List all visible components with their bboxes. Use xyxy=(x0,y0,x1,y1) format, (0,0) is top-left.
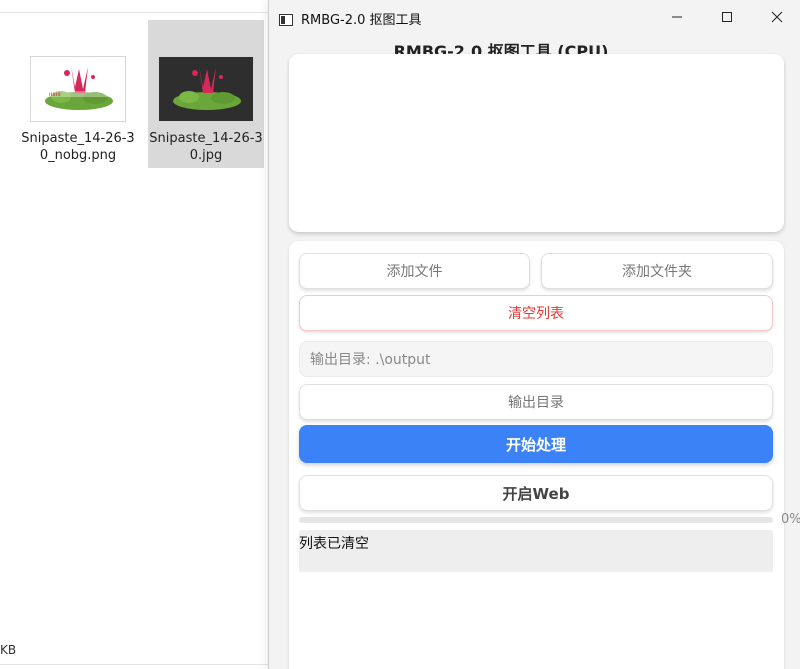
close-button[interactable] xyxy=(752,0,800,34)
file-name: Snipaste_14-26-30.jpg xyxy=(149,131,263,163)
maximize-button[interactable] xyxy=(702,0,752,34)
start-web-button[interactable]: 开启Web xyxy=(299,475,773,511)
clear-list-button[interactable]: 清空列表 xyxy=(299,295,773,331)
image-thumbnail xyxy=(158,56,254,122)
file-name: Snipaste_14-26-30_nobg.png xyxy=(21,131,135,163)
output-dir-field[interactable] xyxy=(299,341,773,377)
explorer-status-text: KB xyxy=(0,643,17,657)
start-processing-button[interactable]: 开始处理 xyxy=(299,425,773,463)
divider xyxy=(0,12,270,13)
progress-bar xyxy=(299,517,773,523)
minimize-icon xyxy=(671,8,683,27)
log-output: 列表已清空 xyxy=(299,530,773,572)
output-dir-button[interactable]: 输出目录 xyxy=(299,384,773,420)
add-folder-button[interactable]: 添加文件夹 xyxy=(541,253,773,289)
maximize-icon xyxy=(721,8,733,27)
app-window-icon xyxy=(279,11,293,26)
title-bar[interactable]: RMBG-2.0 抠图工具 xyxy=(269,0,800,34)
file-item-nobg-png[interactable]: ııııııı Snipaste_14-26-30_nobg.png xyxy=(20,20,136,168)
window-title: RMBG-2.0 抠图工具 xyxy=(301,13,422,28)
minimize-button[interactable] xyxy=(652,0,702,34)
divider xyxy=(0,664,270,665)
progress-label: 0% xyxy=(781,512,800,527)
svg-text:ııııııı: ııııııı xyxy=(49,91,61,98)
file-item-jpg[interactable]: Snipaste_14-26-30.jpg xyxy=(148,20,264,168)
add-file-button[interactable]: 添加文件 xyxy=(299,253,530,289)
file-list-area[interactable] xyxy=(289,54,784,232)
image-thumbnail: ııııııı xyxy=(30,56,126,122)
close-icon xyxy=(771,8,783,27)
app-window: RMBG-2.0 抠图工具 RMBG-2.0 抠图工具 (CPU) 添加文件 添… xyxy=(268,0,800,669)
